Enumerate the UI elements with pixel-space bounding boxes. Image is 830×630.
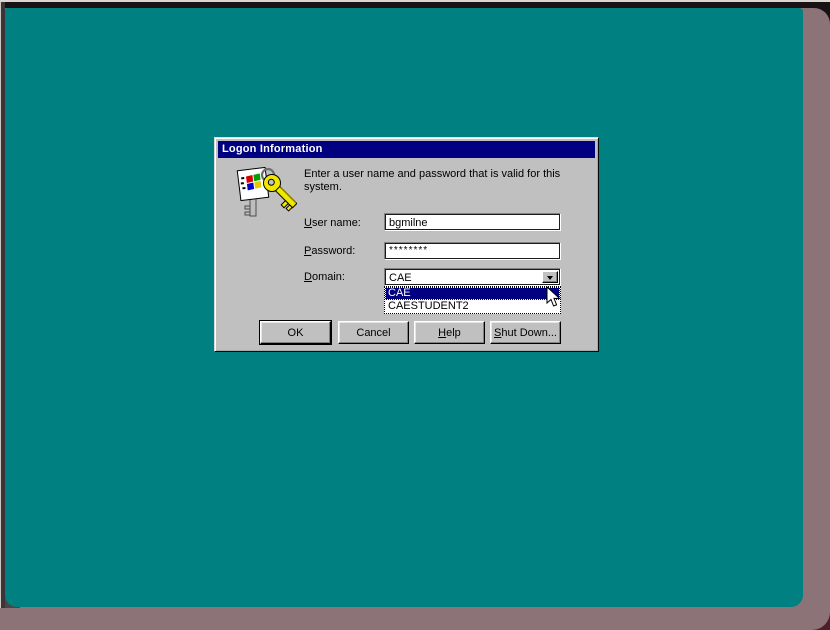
domain-dropdown-button[interactable] [542, 271, 558, 283]
frame-top-highlight [0, 0, 830, 2]
frame-left-band [1, 2, 5, 608]
titlebar[interactable]: Logon Information [218, 141, 595, 158]
domain-option-cae[interactable]: CAE [385, 287, 560, 300]
username-input[interactable]: bgmilne [384, 213, 561, 231]
cancel-button[interactable]: Cancel [338, 321, 409, 344]
username-value: bgmilne [389, 216, 558, 230]
shutdown-button[interactable]: Shut Down... [490, 321, 561, 344]
monitor-photo: Logon Information [0, 0, 830, 630]
domain-combobox[interactable]: CAE [384, 268, 561, 286]
instruction-text: Enter a user name and password that is v… [304, 168, 596, 194]
password-label: Password: [304, 245, 355, 258]
domain-option-caestudent2[interactable]: CAESTUDENT2 [385, 300, 560, 313]
arrow-cursor-icon [546, 286, 562, 309]
password-input[interactable]: ******** [384, 242, 561, 260]
dropdown-arrow-icon [547, 276, 553, 283]
password-value: ******** [389, 245, 558, 259]
username-label: User name: [304, 217, 361, 230]
domain-value: CAE [389, 271, 558, 285]
dialog-title: Logon Information [222, 143, 323, 155]
domain-dropdown-list: CAE CAESTUDENT2 [384, 286, 561, 314]
ok-button[interactable]: OK [260, 321, 331, 344]
windows-key-logon-icon [235, 164, 297, 224]
domain-label: Domain: [304, 271, 345, 284]
help-button[interactable]: Help [414, 321, 485, 344]
logon-information-dialog: Logon Information [214, 137, 599, 352]
frame-left-highlight [0, 2, 1, 608]
